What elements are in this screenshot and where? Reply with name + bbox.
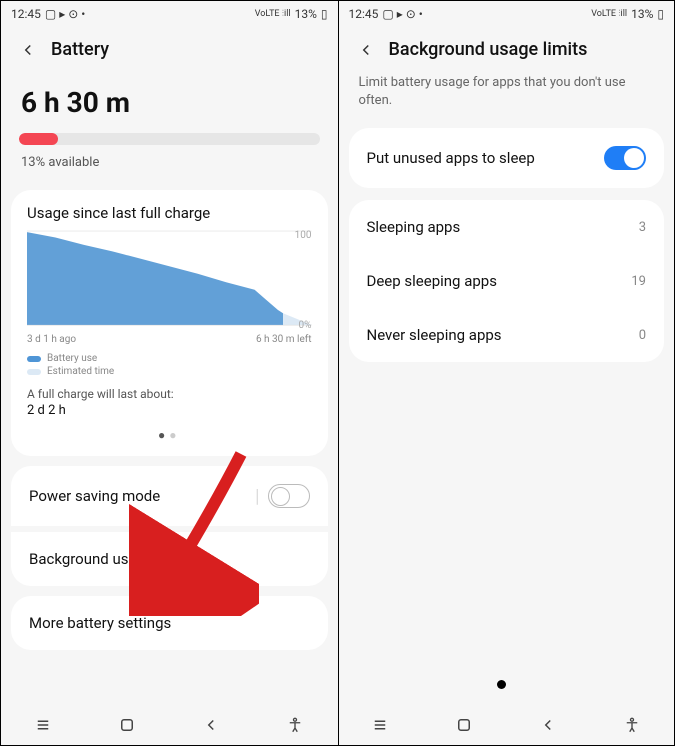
sleeping-apps-row[interactable]: Sleeping apps 3 [349, 200, 665, 254]
divider: | [255, 486, 259, 507]
status-bar: 12:45 ▢ ▸ ⊙ • VoLTE ⫶ill 13% ▯ [1, 1, 338, 27]
power-saving-label: Power saving mode [29, 487, 160, 505]
nav-recents-icon[interactable] [371, 716, 389, 734]
chart-xstart: 3 d 1 h ago [27, 334, 76, 345]
deep-sleeping-label: Deep sleeping apps [367, 272, 497, 290]
legend-use: Battery use [47, 353, 97, 364]
chart-area-icon [27, 230, 312, 326]
bg-limits-screen: 12:45 ▢ ▸ ⊙ • VoLTE ⫶ill 13% ▯ Backgroun… [338, 1, 675, 745]
battery-icon: ▯ [321, 7, 328, 21]
power-saving-row[interactable]: Power saving mode | [11, 466, 328, 526]
status-battery-pct: 13% [631, 7, 653, 21]
time-remaining: 6 h 30 m [1, 68, 338, 125]
chart-ymin: 0% [299, 320, 312, 331]
nav-bar [339, 705, 675, 745]
status-bar: 12:45 ▢ ▸ ⊙ • VoLTE ⫶ill 13% ▯ [339, 1, 675, 27]
page-dots[interactable]: ●● [27, 428, 312, 442]
chart-legend: Battery use Estimated time [27, 353, 312, 377]
status-battery-pct: 13% [295, 7, 317, 21]
usage-chart: 100 0% 3 d 1 h ago 6 h 30 m left [27, 230, 312, 345]
bg-limits-row[interactable]: Background usage limits [11, 532, 328, 586]
sleeping-apps-label: Sleeping apps [367, 218, 461, 236]
legend-est: Estimated time [47, 366, 114, 377]
fullcharge-label: A full charge will last about: [27, 387, 312, 401]
fullcharge-value: 2 d 2 h [27, 403, 312, 418]
page-title: Background usage limits [389, 39, 588, 60]
status-icons-left: ▢ ▸ ⊙ • [45, 7, 85, 21]
status-net-icon: VoLTE ⫶ill [591, 9, 627, 19]
never-sleeping-label: Never sleeping apps [367, 326, 502, 344]
accessibility-indicator-icon [497, 680, 506, 689]
back-icon[interactable] [19, 41, 37, 59]
more-settings-label: More battery settings [29, 614, 171, 632]
sleep-toggle-row[interactable]: Put unused apps to sleep [349, 128, 665, 188]
apps-list: Sleeping apps 3 Deep sleeping apps 19 Ne… [349, 200, 665, 362]
nav-back-icon[interactable] [539, 716, 557, 734]
legend-swatch-est [27, 369, 41, 375]
bg-limits-label: Background usage limits [29, 550, 193, 568]
nav-home-icon[interactable] [455, 716, 473, 734]
chart-ymax: 100 [295, 230, 312, 241]
never-sleeping-count: 0 [639, 328, 646, 343]
never-sleeping-row[interactable]: Never sleeping apps 0 [349, 308, 665, 362]
battery-progress [19, 133, 320, 145]
page-subtitle: Limit battery usage for apps that you do… [339, 68, 675, 124]
battery-icon: ▯ [657, 7, 664, 21]
status-icons-left: ▢ ▸ ⊙ • [382, 7, 422, 21]
status-time: 12:45 [349, 7, 379, 21]
more-settings-row[interactable]: More battery settings [11, 596, 328, 650]
page-title: Battery [51, 39, 109, 60]
nav-home-icon[interactable] [118, 716, 136, 734]
sleep-toggle[interactable] [604, 146, 646, 170]
chart-xend: 6 h 30 m left [256, 334, 312, 345]
deep-sleeping-count: 19 [631, 274, 646, 289]
nav-recents-icon[interactable] [34, 716, 52, 734]
power-saving-toggle[interactable] [268, 484, 310, 508]
available-label: 13% available [1, 151, 338, 184]
legend-swatch-use [27, 356, 41, 362]
usage-card-title: Usage since last full charge [27, 204, 312, 222]
battery-screen: 12:45 ▢ ▸ ⊙ • VoLTE ⫶ill 13% ▯ Battery 6… [1, 1, 338, 745]
usage-card[interactable]: Usage since last full charge 100 0% 3 d … [11, 190, 328, 456]
status-time: 12:45 [11, 7, 41, 21]
sleep-toggle-label: Put unused apps to sleep [367, 149, 535, 167]
nav-accessibility-icon[interactable] [623, 716, 641, 734]
status-net-icon: VoLTE ⫶ill [255, 9, 291, 19]
header: Background usage limits [339, 27, 675, 68]
battery-progress-fill [19, 133, 58, 145]
header: Battery [1, 27, 338, 68]
back-icon[interactable] [357, 41, 375, 59]
nav-bar [1, 705, 338, 745]
nav-back-icon[interactable] [202, 716, 220, 734]
sleeping-apps-count: 3 [639, 220, 646, 235]
nav-accessibility-icon[interactable] [286, 716, 304, 734]
deep-sleeping-row[interactable]: Deep sleeping apps 19 [349, 254, 665, 308]
